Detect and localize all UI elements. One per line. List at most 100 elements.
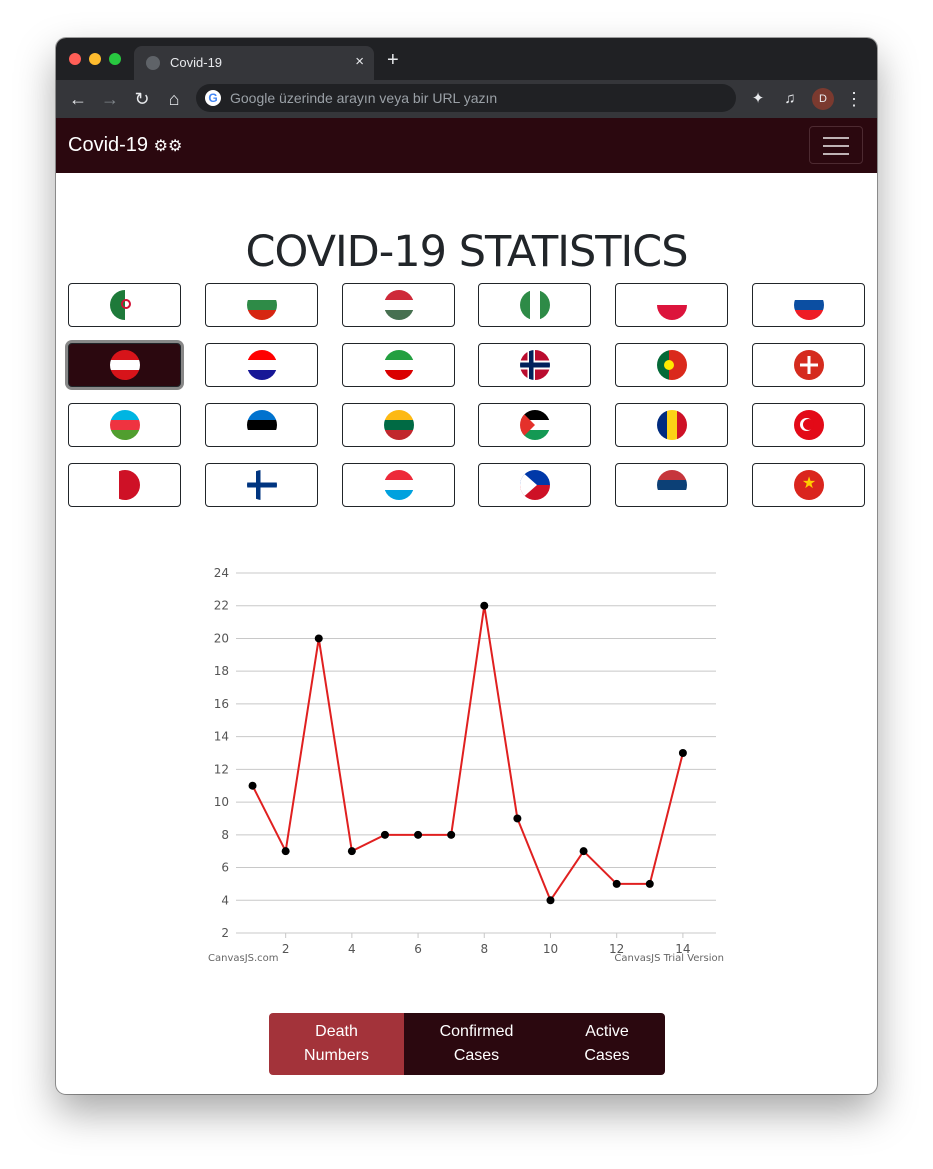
flag-button-vietnam[interactable]: ★	[752, 463, 865, 507]
flag-button-azerbaijan[interactable]	[68, 403, 181, 447]
flag-button-portugal[interactable]	[615, 343, 728, 387]
flag-button-finland[interactable]	[205, 463, 318, 507]
data-point	[380, 830, 389, 839]
hamburger-line	[823, 153, 849, 155]
menu-icon[interactable]: ⋮	[842, 87, 866, 111]
address-bar[interactable]: G Google üzerinde arayın veya bir URL ya…	[196, 84, 736, 112]
y-tick-label: 24	[214, 566, 229, 580]
iran-flag-icon	[384, 350, 414, 380]
home-button[interactable]: ⌂	[162, 87, 186, 111]
flag-button-bahrain[interactable]	[68, 463, 181, 507]
y-tick-label: 4	[221, 893, 229, 907]
confirmed-cases-button[interactable]: Confirmed Cases	[404, 1013, 549, 1075]
flag-button-estonia[interactable]	[205, 403, 318, 447]
y-tick-label: 6	[221, 861, 229, 875]
switzerland-flag-icon	[794, 350, 824, 380]
flag-button-nigeria[interactable]	[478, 283, 591, 327]
navbar-toggler-button[interactable]	[809, 126, 863, 164]
y-tick-label: 16	[214, 697, 229, 711]
austria-flag-icon	[110, 350, 140, 380]
azerbaijan-flag-icon	[110, 410, 140, 440]
new-tab-button[interactable]: +	[387, 50, 399, 70]
deaths-line-chart: 2 4 6 8 10 12 14 16 18 20 22 24 2 4 6 8 10 12 14 CanvasJS.c…	[196, 558, 736, 968]
death-numbers-button[interactable]: Death Numbers	[269, 1013, 404, 1075]
palestine-flag-icon	[520, 410, 550, 440]
confirmed-cases-label: Confirmed Cases	[439, 1023, 514, 1064]
chart-svg: 246810121416182022242 4 6 8 10 12 14CanvasJS.c…	[208, 566, 724, 964]
flag-button-switzerland[interactable]	[752, 343, 865, 387]
x-tick-label: 4	[348, 942, 356, 956]
data-point	[612, 879, 621, 888]
flag-button-hungary[interactable]	[342, 283, 455, 327]
bulgaria-flag-icon	[247, 290, 277, 320]
flag-button-luxembourg[interactable]	[342, 463, 455, 507]
flag-button-bulgaria[interactable]	[205, 283, 318, 327]
flag-button-norway[interactable]	[478, 343, 591, 387]
nigeria-flag-icon	[520, 290, 550, 320]
site-navbar: Covid-19 ⚙⚙	[56, 118, 877, 173]
browser-toolbar: ← → ↻ ⌂ G Google üzerinde arayın veya bi…	[56, 80, 877, 118]
browser-tab[interactable]: Covid-19 ×	[134, 46, 374, 80]
tab-strip: Covid-19 × +	[56, 38, 877, 80]
globe-icon	[146, 56, 160, 70]
active-cases-button[interactable]: Active Cases	[549, 1013, 665, 1075]
slovakia-flag-icon	[794, 290, 824, 320]
flag-button-croatia[interactable]	[205, 343, 318, 387]
norway-flag-icon	[520, 350, 550, 380]
flag-button-poland[interactable]	[615, 283, 728, 327]
luxembourg-flag-icon	[384, 470, 414, 500]
x-tick-label: 6	[414, 942, 422, 956]
data-point	[513, 814, 522, 823]
tab-close-icon[interactable]: ×	[355, 53, 364, 70]
flag-button-slovakia[interactable]	[752, 283, 865, 327]
croatia-flag-icon	[247, 350, 277, 380]
data-point	[480, 601, 489, 610]
reload-button[interactable]: ↻	[130, 87, 154, 111]
flag-button-palestine[interactable]	[478, 403, 591, 447]
page-title: COVID-19 STATISTICS	[245, 226, 688, 277]
flag-button-iran[interactable]	[342, 343, 455, 387]
vietnam-flag-icon: ★	[794, 470, 824, 500]
data-point	[645, 879, 654, 888]
close-window-button[interactable]	[69, 53, 81, 65]
y-tick-label: 22	[214, 599, 229, 613]
flag-button-romania[interactable]	[615, 403, 728, 447]
hamburger-line	[823, 137, 849, 139]
media-icon[interactable]: ♫	[778, 87, 802, 111]
forward-button[interactable]: →	[98, 87, 122, 111]
brand-text: Covid-19	[68, 134, 149, 156]
data-point	[281, 847, 290, 856]
minimize-window-button[interactable]	[89, 53, 101, 65]
hamburger-line	[823, 145, 849, 147]
navbar-brand[interactable]: Covid-19 ⚙⚙	[68, 134, 182, 157]
y-tick-label: 12	[214, 762, 229, 776]
y-tick-label: 8	[221, 828, 229, 842]
flag-button-serbia[interactable]	[615, 463, 728, 507]
philippines-flag-icon	[520, 470, 550, 500]
flag-button-lithuania[interactable]	[342, 403, 455, 447]
canvasjs-credit: CanvasJS.com	[208, 953, 279, 964]
lithuania-flag-icon	[384, 410, 414, 440]
romania-flag-icon	[657, 410, 687, 440]
bahrain-flag-icon	[110, 470, 140, 500]
stat-button-group: Death Numbers Confirmed Cases Active Cas…	[269, 1013, 665, 1075]
poland-flag-icon	[657, 290, 687, 320]
data-point	[579, 847, 588, 856]
data-point	[314, 634, 323, 643]
flag-button-turkey[interactable]	[752, 403, 865, 447]
flag-button-algeria[interactable]	[68, 283, 181, 327]
data-point	[248, 781, 257, 790]
x-tick-label: 10	[543, 942, 558, 956]
turkey-flag-icon	[794, 410, 824, 440]
active-cases-label: Active Cases	[584, 1023, 630, 1064]
profile-avatar[interactable]: D	[812, 88, 834, 110]
flag-button-austria[interactable]	[68, 343, 181, 387]
extensions-icon[interactable]: ✦	[746, 87, 770, 111]
data-point	[678, 749, 687, 757]
zoom-window-button[interactable]	[109, 53, 121, 65]
flag-button-philippines[interactable]	[478, 463, 591, 507]
y-tick-label: 10	[214, 795, 229, 809]
back-button[interactable]: ←	[66, 87, 90, 111]
death-numbers-label: Death Numbers	[304, 1023, 369, 1064]
hungary-flag-icon	[384, 290, 414, 320]
